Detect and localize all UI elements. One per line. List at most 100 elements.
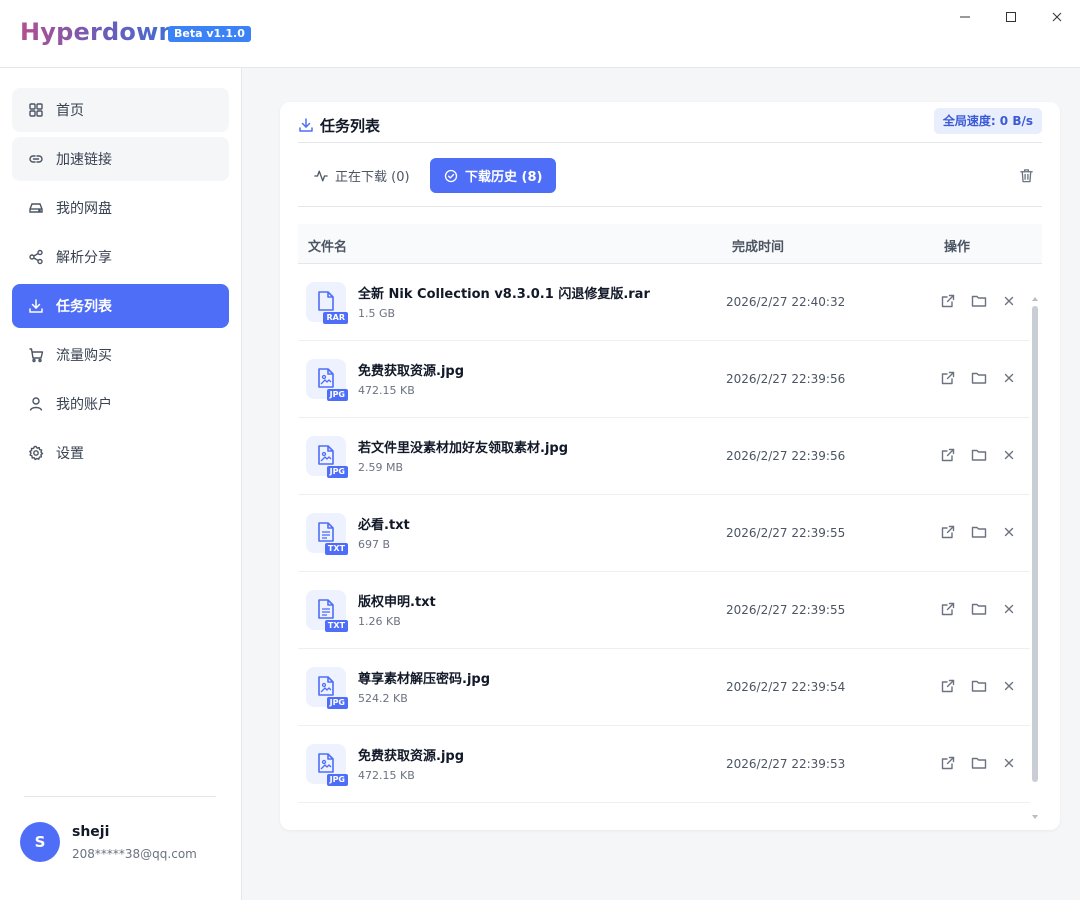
close-icon[interactable] <box>1042 6 1072 28</box>
open-external-icon[interactable] <box>940 447 956 463</box>
grid-icon <box>28 102 44 118</box>
remove-icon[interactable] <box>1001 524 1017 540</box>
open-external-icon[interactable] <box>940 601 956 617</box>
file-name: 免费获取资源.jpg <box>358 749 465 764</box>
sidebar-item-label: 我的网盘 <box>56 201 112 217</box>
scrollbar-thumb[interactable] <box>1032 306 1038 782</box>
scroll-down-arrow-icon[interactable] <box>1031 814 1039 820</box>
page-title: 任务列表 <box>320 117 381 135</box>
user-icon <box>28 396 44 412</box>
tab-downloading[interactable]: 正在下载 (0) <box>300 158 424 193</box>
global-speed-badge: 全局速度: 0 B/s <box>933 108 1042 134</box>
tab-download-history[interactable]: 下载历史 (8) <box>430 158 557 193</box>
version-badge: Beta v1.1.0 <box>168 26 251 42</box>
sidebar-item-buy-traffic[interactable]: 流量购买 <box>12 333 229 377</box>
folder-icon[interactable] <box>971 524 987 540</box>
scroll-up-arrow-icon[interactable] <box>1031 296 1039 302</box>
completed-time: 2026/2/27 22:39:55 <box>726 603 846 617</box>
cart-icon <box>28 347 44 363</box>
open-external-icon[interactable] <box>940 755 956 771</box>
sidebar-item-label: 首页 <box>56 103 84 119</box>
header-divider <box>298 142 1042 143</box>
sidebar-divider <box>24 796 216 797</box>
column-header-name: 文件名 <box>308 240 348 255</box>
drive-icon <box>28 200 44 216</box>
tabs-divider <box>298 206 1042 207</box>
column-header-time: 完成时间 <box>732 240 785 255</box>
folder-icon[interactable] <box>971 293 987 309</box>
sidebar-item-label: 设置 <box>56 446 84 462</box>
file-name: 全新 Nik Collection v8.3.0.1 闪退修复版.rar <box>358 287 650 302</box>
folder-icon[interactable] <box>971 678 987 694</box>
sidebar-item-label: 我的账户 <box>56 397 112 413</box>
minimize-icon[interactable] <box>950 6 980 28</box>
image-file-icon: JPG <box>306 744 348 786</box>
sidebar-item-label: 流量购买 <box>56 348 112 364</box>
share-icon <box>28 249 44 265</box>
file-ext-badge: JPG <box>326 389 348 401</box>
folder-icon[interactable] <box>971 370 987 386</box>
file-size: 1.5 GB <box>358 307 396 320</box>
folder-icon[interactable] <box>971 601 987 617</box>
file-name: 必看.txt <box>358 518 410 533</box>
folder-icon[interactable] <box>971 447 987 463</box>
file-name: 版权申明.txt <box>358 595 436 610</box>
file-size: 2.59 MB <box>358 461 404 474</box>
remove-icon[interactable] <box>1001 447 1017 463</box>
file-size: 472.15 KB <box>358 769 415 782</box>
sidebar-item-parse-share[interactable]: 解析分享 <box>12 235 229 279</box>
file-size: 472.15 KB <box>358 384 415 397</box>
open-external-icon[interactable] <box>940 293 956 309</box>
file-size: 524.2 KB <box>358 692 408 705</box>
maximize-icon[interactable] <box>996 6 1026 28</box>
app-title: Hyperdown <box>20 18 176 46</box>
image-file-icon: JPG <box>306 359 348 401</box>
tab-label: 正在下载 (0) <box>335 170 410 185</box>
table-row[interactable]: TXT 必看.txt 697 B 2026/2/27 22:39:55 <box>298 495 1030 572</box>
file-ext-badge: RAR <box>323 312 348 324</box>
text-file-icon: TXT <box>306 513 348 555</box>
sidebar-item-home[interactable]: 首页 <box>12 88 229 132</box>
image-file-icon: JPG <box>306 667 348 709</box>
sidebar-item-label: 任务列表 <box>56 299 112 315</box>
task-list-card: 任务列表 全局速度: 0 B/s 正在下载 (0) 下载历史 (8) 文件名 完… <box>280 102 1060 830</box>
open-external-icon[interactable] <box>940 524 956 540</box>
file-ext-badge: JPG <box>326 697 348 709</box>
completed-time: 2026/2/27 22:40:32 <box>726 295 846 309</box>
file-ext-badge: JPG <box>326 466 348 478</box>
activity-icon <box>314 170 328 181</box>
download-icon <box>299 118 313 132</box>
sidebar-item-label: 加速链接 <box>56 152 112 168</box>
avatar[interactable]: S <box>20 822 60 862</box>
remove-icon[interactable] <box>1001 601 1017 617</box>
remove-icon[interactable] <box>1001 755 1017 771</box>
open-external-icon[interactable] <box>940 678 956 694</box>
remove-icon[interactable] <box>1001 293 1017 309</box>
sidebar-item-task-list[interactable]: 任务列表 <box>12 284 229 328</box>
remove-icon[interactable] <box>1001 678 1017 694</box>
file-ext-badge: JPG <box>326 774 348 786</box>
remove-icon[interactable] <box>1001 370 1017 386</box>
sidebar-item-label: 解析分享 <box>56 250 112 266</box>
trash-icon[interactable] <box>1019 168 1034 183</box>
file-name: 尊享素材解压密码.jpg <box>358 672 491 687</box>
table-row[interactable]: JPG 若文件里没素材加好友领取素材.jpg 2.59 MB 2026/2/27 22… <box>298 418 1030 495</box>
sidebar-item-accelerate-link[interactable]: 加速链接 <box>12 137 229 181</box>
table-row[interactable]: TXT 版权申明.txt 1.26 KB 2026/2/27 22:39:55 <box>298 572 1030 649</box>
link-icon <box>28 151 44 167</box>
sidebar-item-my-account[interactable]: 我的账户 <box>12 382 229 426</box>
table-row[interactable]: JPG 免费获取资源.jpg 472.15 KB 2026/2/27 22:39:56 <box>298 341 1030 418</box>
sidebar-item-settings[interactable]: 设置 <box>12 431 229 475</box>
file-list: RAR 全新 Nik Collection v8.3.0.1 闪退修复版.rar 1… <box>298 264 1030 830</box>
table-row[interactable]: JPG 尊享素材解压密码.jpg 524.2 KB 2026/2/27 22:39:5… <box>298 649 1030 726</box>
file-ext-badge: TXT <box>324 543 348 555</box>
table-row[interactable]: JPG 免费获取资源.jpg 472.15 KB 2026/2/27 22:39:53 <box>298 726 1030 803</box>
open-external-icon[interactable] <box>940 370 956 386</box>
table-row[interactable]: RAR 全新 Nik Collection v8.3.0.1 闪退修复版.rar 1… <box>298 264 1030 341</box>
title-bar: Hyperdown Beta v1.1.0 <box>0 0 1080 68</box>
folder-icon[interactable] <box>971 755 987 771</box>
completed-time: 2026/2/27 22:39:56 <box>726 449 846 463</box>
user-email: 208*****38@qq.com <box>72 847 197 861</box>
sidebar-item-my-drive[interactable]: 我的网盘 <box>12 186 229 230</box>
main-area: 任务列表 全局速度: 0 B/s 正在下载 (0) 下载历史 (8) 文件名 完… <box>242 68 1080 900</box>
